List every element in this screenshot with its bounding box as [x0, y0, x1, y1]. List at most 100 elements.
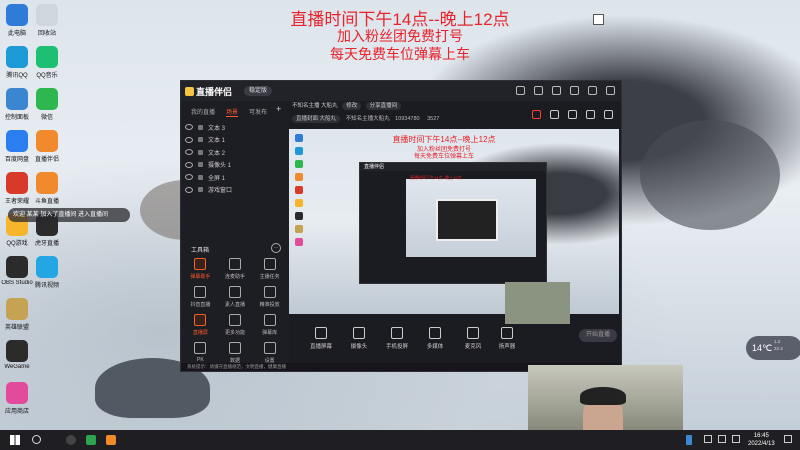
streamer-hair	[580, 387, 626, 405]
desktop-icon-label: QQ音乐	[36, 73, 58, 79]
input-method-icon[interactable]	[732, 435, 740, 443]
menu-icon[interactable]	[552, 86, 561, 95]
layer-item[interactable]: 全屏 1	[185, 171, 285, 184]
weather-temp: 14℃	[752, 343, 773, 353]
tab-scene[interactable]: 场景	[226, 107, 239, 117]
tool-button[interactable]: 素人直播	[218, 286, 253, 308]
tab-publish[interactable]: 可发布	[249, 107, 267, 117]
tool-button[interactable]: 精准投放	[252, 286, 287, 308]
tool-icon	[194, 314, 207, 326]
eye-icon[interactable]	[185, 174, 193, 181]
obs-icon[interactable]	[66, 435, 76, 445]
layer-item[interactable]: 文本 2	[185, 146, 285, 159]
lock-icon[interactable]	[550, 110, 559, 119]
volume-icon[interactable]	[718, 435, 726, 443]
toolbox-title: 工具箱	[191, 248, 210, 254]
control-label: 摄像头	[350, 344, 368, 350]
desktop-icon[interactable]: WeGame	[0, 340, 38, 370]
tool-label: 抖音直播	[190, 302, 211, 308]
layer-item[interactable]: 游戏窗口	[185, 184, 285, 197]
desktop-icon[interactable]: 斗鱼直播	[26, 172, 68, 205]
mini-icon	[295, 199, 303, 207]
message-icon[interactable]	[534, 86, 543, 95]
mini-icon	[295, 173, 303, 181]
desktop-icon-label: 斗鱼直播	[34, 199, 59, 205]
tool-icon	[263, 342, 276, 354]
add-scene-button[interactable]: +	[276, 104, 281, 114]
toolbox-more-button[interactable]: ···	[271, 243, 281, 253]
windows-start-icon[interactable]	[10, 435, 20, 445]
search-icon[interactable]	[32, 435, 41, 444]
tool-button[interactable]: 弹幕助手	[183, 258, 218, 280]
layer-item[interactable]: 摄像头 1	[185, 159, 285, 172]
app-logo-icon	[185, 87, 194, 96]
tool-icon	[263, 286, 276, 298]
streaming-app-icon[interactable]	[106, 435, 116, 445]
nested-logo: 直播伴侣	[360, 163, 546, 171]
tab-my-live[interactable]: 我的直播	[191, 107, 215, 117]
tool-button[interactable]: 设置	[252, 342, 287, 364]
start-live-button[interactable]: 开始直播	[579, 329, 617, 342]
app-icon	[6, 382, 28, 404]
control-button[interactable]: 手机投屏	[377, 327, 417, 350]
tool-button[interactable]: 数据	[218, 342, 253, 364]
minimize-icon[interactable]	[570, 86, 579, 95]
edit-title-button[interactable]: 修改	[342, 102, 362, 110]
gift-icon[interactable]	[532, 110, 541, 119]
tool-button[interactable]: 主播任务	[252, 258, 287, 280]
desktop-icon[interactable]: 微信	[26, 88, 68, 121]
nested-inner-window	[436, 199, 498, 241]
screen-icon	[198, 174, 203, 180]
skin-icon[interactable]	[516, 86, 525, 95]
stream-title: 不知名主播 大船丸	[292, 103, 338, 109]
control-button[interactable]: 直播屏幕	[301, 327, 341, 350]
notification-icon[interactable]	[784, 435, 792, 443]
tool-button[interactable]: 弹幕库	[252, 314, 287, 336]
app-icon	[36, 88, 58, 110]
close-icon[interactable]	[606, 86, 615, 95]
eye-icon[interactable]	[185, 124, 193, 131]
eye-icon[interactable]	[185, 186, 193, 193]
share-icon[interactable]	[604, 110, 613, 119]
tool-button[interactable]: 更多功能	[218, 314, 253, 336]
weather-widget[interactable]: 14℃ 1.2 22.4	[746, 336, 800, 360]
bag-icon[interactable]	[568, 110, 577, 119]
version-badge[interactable]: 稳定版	[244, 86, 273, 96]
tool-label: 连麦助手	[224, 274, 245, 280]
taskbar-clock[interactable]: 16:45 2022/4/13	[748, 432, 775, 448]
checkbox-icon[interactable]	[593, 14, 604, 25]
desktop-icon[interactable]: 应用商店	[0, 382, 38, 415]
eye-icon[interactable]	[185, 136, 193, 143]
tool-button[interactable]: 直播屏	[183, 314, 218, 336]
desktop-icon[interactable]: 直播伴侣	[26, 130, 68, 163]
eye-icon[interactable]	[185, 161, 193, 168]
eye-icon[interactable]	[185, 149, 193, 156]
tool-button[interactable]: 抖音直播	[183, 286, 218, 308]
share-button[interactable]: 分享直播间	[365, 102, 402, 110]
category-pill[interactable]: 直播封面 大船丸	[292, 115, 341, 123]
control-button[interactable]: 摄像头	[339, 327, 379, 350]
app-icon	[6, 172, 28, 194]
nested-promo: 直播时间下午14点--晚上12点	[410, 175, 462, 180]
layer-item[interactable]: 文本 3	[185, 121, 285, 134]
control-label: 直播屏幕	[309, 344, 332, 350]
tool-button[interactable]: PK	[183, 342, 218, 364]
clock-time: 16:45	[753, 433, 769, 439]
control-button[interactable]: 多媒体	[415, 327, 455, 350]
tool-icon	[194, 286, 207, 298]
desktop-icon[interactable]: 腾讯视频	[26, 256, 68, 289]
desktop-icon-label: 直播伴侣	[34, 157, 59, 163]
layer-item[interactable]: 文本 1	[185, 134, 285, 147]
app-icon	[6, 256, 28, 278]
tool-button[interactable]: 连麦助手	[218, 258, 253, 280]
mini-icon	[295, 238, 303, 246]
wegame-icon[interactable]	[86, 435, 96, 445]
settings-icon[interactable]	[586, 110, 595, 119]
webcam-overlay-small	[505, 282, 570, 324]
shield-icon[interactable]	[686, 435, 692, 445]
maximize-icon[interactable]	[588, 86, 597, 95]
control-button[interactable]: 扬声器	[487, 327, 527, 350]
mic-icon	[467, 327, 479, 339]
network-icon[interactable]	[704, 435, 712, 443]
desktop-icon[interactable]: 英雄联盟	[0, 298, 38, 331]
